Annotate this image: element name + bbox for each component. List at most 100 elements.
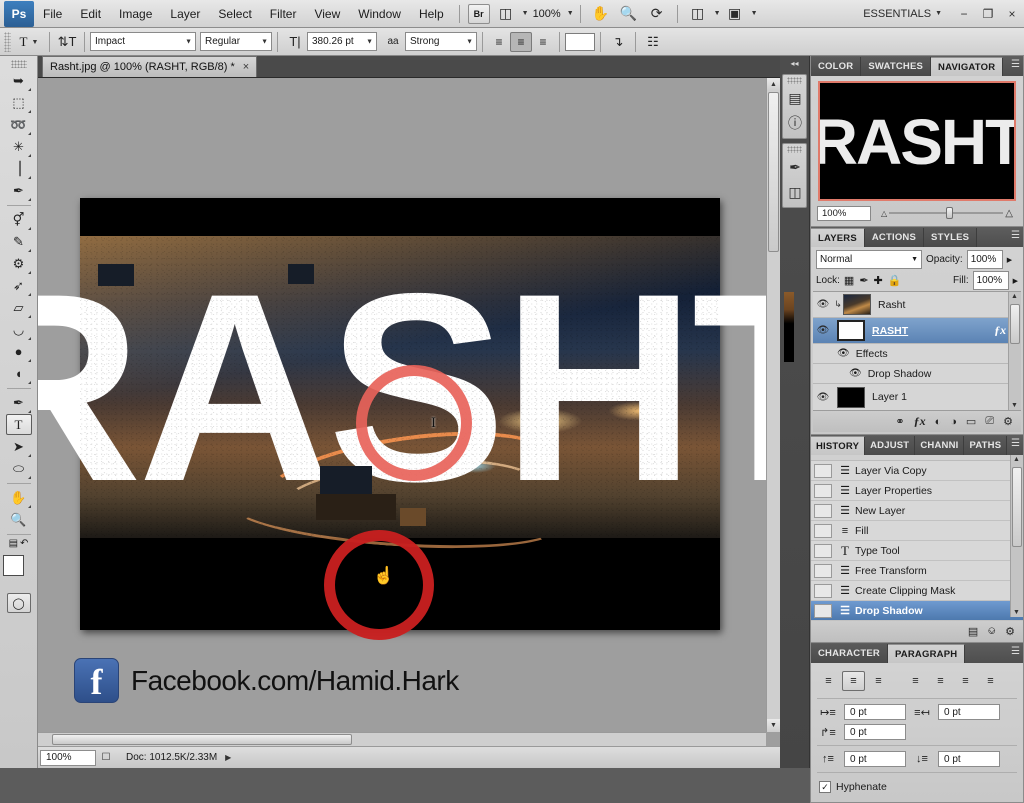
text-align-center-button[interactable]: ≡ [510, 31, 532, 52]
history-scroll-up-icon[interactable]: ▲ [1013, 456, 1020, 463]
tab-color[interactable]: COLOR [811, 57, 862, 76]
text-align-right-button[interactable]: ≡ [532, 32, 554, 52]
hyphenate-row[interactable]: ✓ Hyphenate [815, 776, 1019, 798]
layer-name[interactable]: Layer 1 [872, 391, 1017, 403]
status-zoom-input[interactable]: 100% [40, 749, 96, 766]
tab-swatches[interactable]: SWATCHES [861, 57, 932, 76]
marquee-tool[interactable]: ⬚ [6, 92, 32, 113]
close-icon[interactable]: × [243, 61, 249, 73]
scroll-down-icon[interactable]: ▼ [767, 719, 780, 732]
history-scroll-down-icon[interactable]: ▼ [1013, 609, 1020, 616]
layers-panel-menu-icon[interactable]: ☰ [1011, 230, 1020, 241]
link-layers-icon[interactable]: ⚭ [895, 415, 904, 428]
close-button[interactable]: × [1000, 4, 1024, 24]
history-panel-menu-icon[interactable]: ☰ [1011, 438, 1020, 449]
tab-navigator[interactable]: NAVIGATOR [931, 57, 1004, 76]
history-state-checkbox[interactable] [814, 603, 832, 618]
tools-palette-grip[interactable] [10, 60, 27, 68]
horizontal-scroll-thumb[interactable] [52, 734, 352, 745]
history-state-checkbox[interactable] [814, 543, 832, 558]
tab-adjustments[interactable]: ADJUST [865, 436, 916, 455]
justify-last-right-button[interactable]: ≡ [954, 671, 977, 691]
history-state-checkbox[interactable] [814, 563, 832, 578]
list-item[interactable]: ☰ Free Transform [811, 561, 1023, 581]
arrange-chevron-down-icon[interactable]: ▼ [714, 10, 721, 17]
list-item[interactable]: 👁 Drop Shadow [813, 364, 1021, 384]
path-selection-tool[interactable]: ➤ [6, 436, 32, 457]
clone-stamp-tool[interactable]: ⚙ [6, 253, 32, 274]
font-style-select[interactable]: Regular ▼ [200, 32, 272, 51]
layer-visibility-icon[interactable]: 👁 [813, 325, 833, 336]
canvas-area[interactable]: RASHT I ☝ f Facebook.com/Hamid.Hark ▲ ▼ [38, 78, 780, 746]
drop-shadow-visibility-icon[interactable]: 👁 [849, 368, 862, 379]
text-orientation-icon[interactable]: ⇅T [55, 31, 79, 53]
justify-last-center-button[interactable]: ≡ [929, 671, 952, 691]
menu-select[interactable]: Select [209, 2, 260, 26]
align-center-button[interactable]: ≡ [842, 671, 865, 691]
launch-bridge-button[interactable]: Br [467, 3, 490, 24]
mini-dock-grip-1[interactable] [787, 77, 802, 84]
eraser-tool[interactable]: ▱ [6, 297, 32, 318]
menu-file[interactable]: File [34, 2, 71, 26]
info-icon[interactable]: ⓘ [783, 111, 807, 135]
tab-actions[interactable]: ACTIONS [864, 228, 925, 247]
opacity-chevron-right-icon[interactable]: ▶ [1007, 256, 1012, 264]
layers-scroll-up-icon[interactable]: ▲ [1011, 293, 1018, 300]
effects-visibility-icon[interactable]: 👁 [837, 348, 850, 359]
layer-style-icon[interactable]: ƒx [914, 414, 926, 429]
tab-history[interactable]: HISTORY [811, 436, 866, 455]
lasso-tool[interactable]: ➿ [6, 114, 32, 135]
paragraph-panel-menu-icon[interactable]: ☰ [1011, 646, 1020, 657]
zoom-tool[interactable]: 🔍 [6, 509, 32, 530]
quick-mask-button[interactable]: ◯ [6, 593, 31, 613]
gradient-tool[interactable]: ◡ [6, 319, 32, 340]
align-right-button[interactable]: ≡ [867, 671, 890, 691]
navigator-zoom-input[interactable]: 100% [817, 205, 871, 221]
hand-tool-icon[interactable]: ✋ [588, 3, 614, 25]
brush-tool[interactable]: ✎ [6, 231, 32, 252]
align-left-button[interactable]: ≡ [817, 671, 840, 691]
layer-visibility-icon[interactable]: 👁 [813, 392, 833, 403]
hand-tool[interactable]: ✋ [6, 487, 32, 508]
new-layer-icon[interactable]: ⎚ [985, 415, 994, 428]
lock-position-icon[interactable]: ✚ [874, 274, 883, 287]
font-family-select[interactable]: Impact ▼ [90, 32, 196, 51]
history-state-checkbox[interactable] [814, 503, 832, 518]
list-item[interactable]: ≡ Fill [811, 521, 1023, 541]
font-family-chevron-down-icon[interactable]: ▼ [185, 38, 192, 45]
status-chevron-right-icon[interactable]: ▶ [225, 753, 231, 762]
history-scroll-thumb[interactable] [1012, 467, 1022, 547]
new-group-icon[interactable]: ▭ [966, 415, 976, 428]
lock-transparent-pixels-icon[interactable]: ▦ [844, 274, 854, 287]
layer-thumbnail[interactable] [843, 294, 871, 315]
layer-style-badge-icon[interactable]: ƒx [994, 323, 1006, 338]
magic-wand-tool[interactable]: ✳ [6, 136, 32, 157]
expand-dock-icon[interactable]: ◂◂ [780, 56, 809, 70]
tab-styles[interactable]: STYLES [924, 228, 978, 247]
screen-mode-2-chevron-down-icon[interactable]: ▼ [751, 10, 758, 17]
healing-brush-tool[interactable]: ⚥ [6, 209, 32, 230]
layer-name[interactable]: Rasht [878, 299, 1017, 311]
adjustment-layer-icon[interactable]: ◑ [950, 416, 957, 428]
tab-layers[interactable]: LAYERS [811, 228, 865, 247]
screen-mode-icon[interactable]: ◫ [493, 3, 519, 25]
blend-mode-select[interactable]: Normal ▼ [816, 250, 922, 269]
adjustments-icon[interactable]: ◫ [783, 180, 807, 204]
indent-right-input[interactable]: 0 pt [938, 704, 1000, 720]
layer-thumbnail[interactable] [837, 386, 865, 408]
table-row[interactable]: 👁 T RASHT ƒx ▲ [813, 318, 1021, 344]
menu-image[interactable]: Image [110, 2, 161, 26]
scroll-up-icon[interactable]: ▲ [767, 78, 780, 91]
foreground-color-swatch[interactable] [2, 555, 24, 576]
lock-image-pixels-icon[interactable]: ✒ [859, 274, 868, 287]
menu-layer[interactable]: Layer [161, 2, 209, 26]
minimize-button[interactable]: − [952, 4, 976, 24]
history-brush-tool[interactable]: ➶ [6, 275, 32, 296]
list-item[interactable]: T Type Tool [811, 541, 1023, 561]
opacity-input[interactable]: 100% [966, 250, 1003, 269]
tab-paragraph[interactable]: PARAGRAPH [887, 644, 966, 663]
history-state-checkbox[interactable] [814, 483, 832, 498]
dodge-tool[interactable]: ◖ [6, 363, 32, 384]
history-state-checkbox[interactable] [814, 463, 832, 478]
list-item[interactable]: ☰ Layer Via Copy [811, 461, 1023, 481]
